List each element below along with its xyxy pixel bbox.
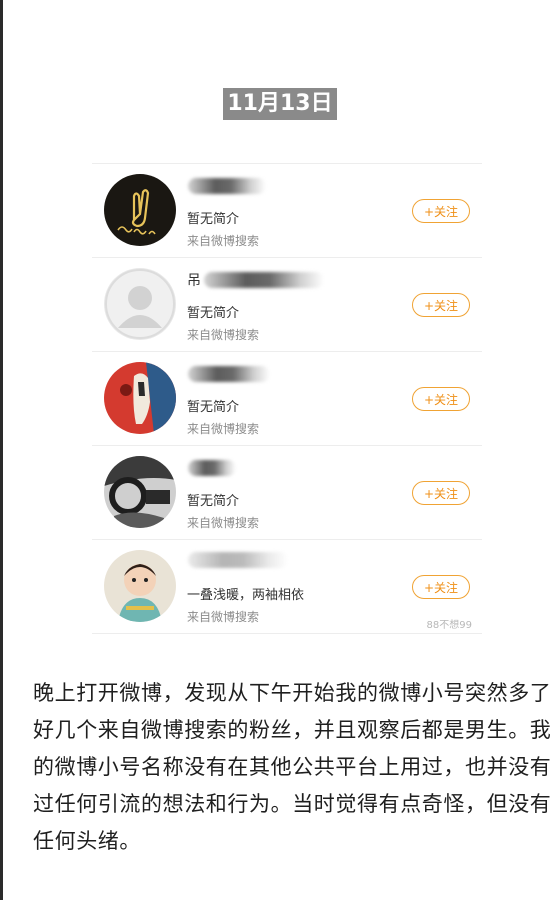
left-edge-border bbox=[0, 0, 3, 900]
car-interior-avatar-icon bbox=[104, 456, 176, 528]
follower-row[interactable]: 一叠浅暖，两袖相依 来自微博搜索 +关注 88不想99 bbox=[92, 539, 482, 634]
name-redacted bbox=[188, 366, 270, 382]
name-redacted bbox=[188, 178, 266, 194]
name-partial: 吊 bbox=[187, 273, 201, 289]
avatar-toddler[interactable] bbox=[104, 550, 176, 622]
avatar-cartoon[interactable] bbox=[104, 362, 176, 434]
follower-source: 来自微博搜索 bbox=[187, 422, 260, 436]
name-redacted bbox=[204, 272, 324, 288]
follower-bio: 暂无简介 bbox=[187, 306, 240, 321]
post-body-text: 晚上打开微博，发现从下午开始我的微博小号突然多了好几个来自微博搜索的粉丝，并且观… bbox=[33, 681, 552, 853]
cartoon-avatar-icon bbox=[104, 362, 176, 434]
date-header: 11月13日 bbox=[0, 88, 560, 120]
follow-button[interactable]: +关注 bbox=[412, 387, 470, 411]
follow-button[interactable]: +关注 bbox=[412, 481, 470, 505]
date-label: 11月13日 bbox=[223, 88, 337, 120]
follower-bio: 暂无简介 bbox=[187, 212, 240, 227]
avatar-good-luck[interactable] bbox=[104, 174, 176, 246]
follower-row[interactable]: 暂无简介 来自微博搜索 +关注 bbox=[92, 163, 482, 257]
avatar-car-interior[interactable] bbox=[104, 456, 176, 528]
good-luck-avatar-icon bbox=[104, 174, 176, 246]
toddler-avatar-icon bbox=[104, 550, 176, 622]
follower-bio: 一叠浅暖，两袖相依 bbox=[187, 588, 305, 603]
follower-bio: 暂无简介 bbox=[187, 494, 240, 509]
default-person-icon bbox=[104, 268, 176, 340]
follow-button[interactable]: +关注 bbox=[412, 293, 470, 317]
follower-source: 来自微博搜索 bbox=[187, 610, 260, 624]
name-redacted bbox=[188, 460, 236, 476]
follower-bio: 暂无简介 bbox=[187, 400, 240, 415]
follower-source: 来自微博搜索 bbox=[187, 328, 260, 342]
follower-row[interactable]: 暂无简介 来自微博搜索 +关注 bbox=[92, 351, 482, 445]
screenshot-page: 11月13日 暂无简介 来自微博搜索 +关注 吊 暂无简介 来自微博搜索 +关注… bbox=[0, 0, 560, 900]
follower-row[interactable]: 暂无简介 来自微博搜索 +关注 bbox=[92, 445, 482, 539]
follower-list: 暂无简介 来自微博搜索 +关注 吊 暂无简介 来自微博搜索 +关注 暂无简介 来… bbox=[92, 163, 482, 634]
name-redacted bbox=[188, 552, 288, 568]
follow-button[interactable]: +关注 bbox=[412, 575, 470, 599]
weibo-watermark: 88不想99 bbox=[426, 620, 472, 631]
follower-row[interactable]: 吊 暂无简介 来自微博搜索 +关注 bbox=[92, 257, 482, 351]
follower-source: 来自微博搜索 bbox=[187, 516, 260, 530]
avatar-default[interactable] bbox=[104, 268, 176, 340]
follower-source: 来自微博搜索 bbox=[187, 234, 260, 248]
follow-button[interactable]: +关注 bbox=[412, 199, 470, 223]
